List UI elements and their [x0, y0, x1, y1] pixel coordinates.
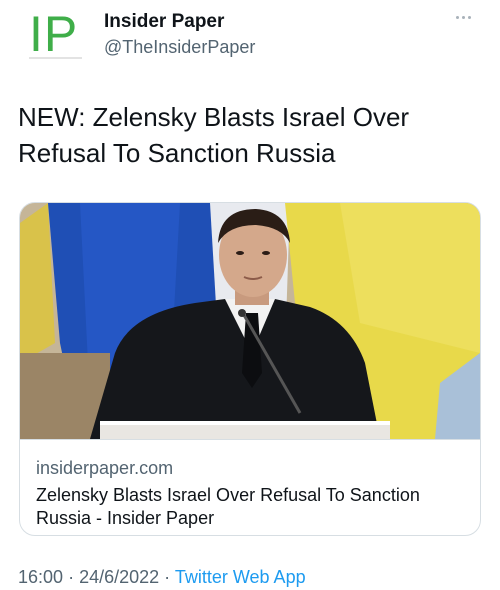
zelensky-photo [20, 203, 480, 439]
account-handle[interactable]: @TheInsiderPaper [104, 37, 255, 58]
separator: · [68, 567, 75, 587]
insider-paper-avatar[interactable]: IP [29, 6, 82, 62]
card-image[interactable] [20, 203, 480, 439]
separator: · [164, 567, 171, 587]
link-preview-card[interactable]: insiderpaper.com Zelensky Blasts Israel … [19, 202, 481, 536]
card-meta: insiderpaper.com Zelensky Blasts Israel … [20, 439, 480, 535]
more-horizontal-icon[interactable] [456, 12, 480, 22]
tweet-date[interactable]: 24/6/2022 [79, 567, 159, 587]
logo-divider [29, 57, 82, 59]
logo-text: IP [29, 6, 79, 62]
tweet-header: IP Insider Paper @TheInsiderPaper [0, 0, 500, 80]
tweet-source-app[interactable]: Twitter Web App [175, 567, 306, 587]
tweet-text: NEW: Zelensky Blasts Israel Over Refusal… [18, 102, 410, 168]
account-name[interactable]: Insider Paper [104, 11, 224, 33]
card-domain[interactable]: insiderpaper.com [36, 458, 173, 479]
card-title[interactable]: Zelensky Blasts Israel Over Refusal To S… [36, 484, 456, 530]
tweet-time[interactable]: 16:00 [18, 567, 63, 587]
tweet-meta: 16:00 · 24/6/2022 · Twitter Web App [18, 567, 306, 588]
